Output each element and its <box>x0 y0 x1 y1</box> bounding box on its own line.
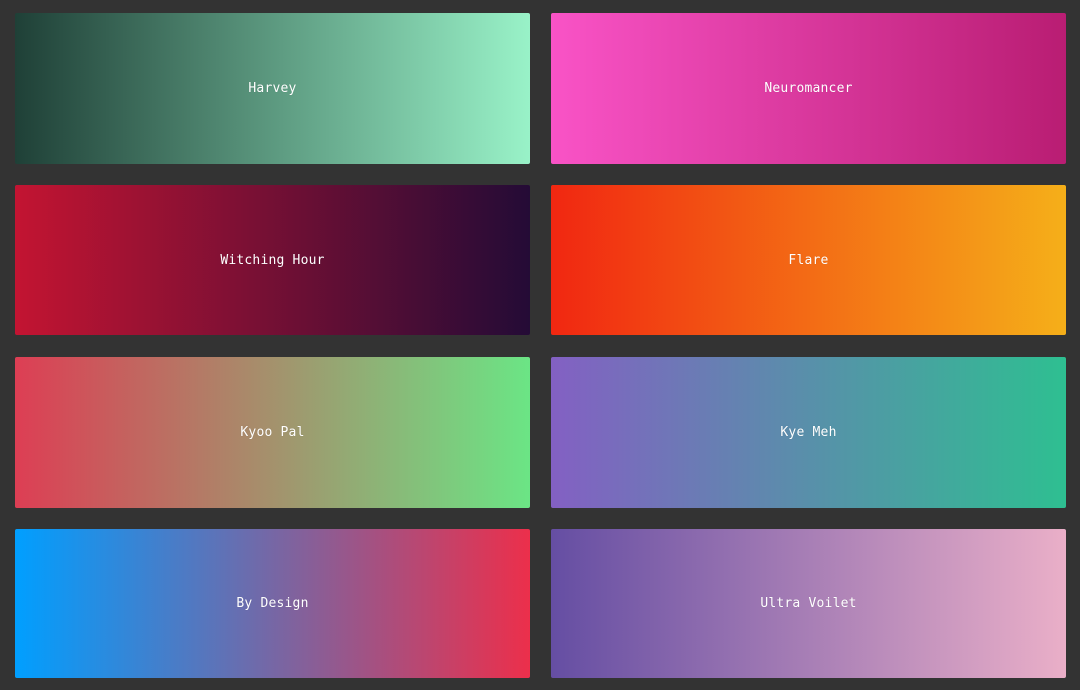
gradient-card-flare[interactable]: Flare <box>551 185 1066 335</box>
gradient-card-kyoo-pal[interactable]: Kyoo Pal <box>15 357 530 508</box>
gradient-card-neuromancer[interactable]: Neuromancer <box>551 13 1066 164</box>
gradient-card-label: Harvey <box>248 81 297 96</box>
gradient-card-label: Flare <box>788 252 829 268</box>
gradient-card-witching-hour[interactable]: Witching Hour <box>15 185 530 335</box>
gradient-card-label: Witching Hour <box>220 252 325 268</box>
gradient-card-label: Kye Meh <box>780 425 837 440</box>
gradient-card-kye-meh[interactable]: Kye Meh <box>551 357 1066 508</box>
gradient-card-harvey[interactable]: Harvey <box>15 13 530 164</box>
gradient-grid: Harvey Neuromancer Witching Hour Flare K… <box>0 0 1080 690</box>
gradient-card-label: By Design <box>236 596 309 611</box>
gradient-card-label: Ultra Voilet <box>760 596 857 611</box>
gradient-card-ultra-voilet[interactable]: Ultra Voilet <box>551 529 1066 678</box>
gradient-card-by-design[interactable]: By Design <box>15 529 530 678</box>
gradient-card-label: Neuromancer <box>764 81 853 96</box>
gradient-card-label: Kyoo Pal <box>240 425 305 440</box>
